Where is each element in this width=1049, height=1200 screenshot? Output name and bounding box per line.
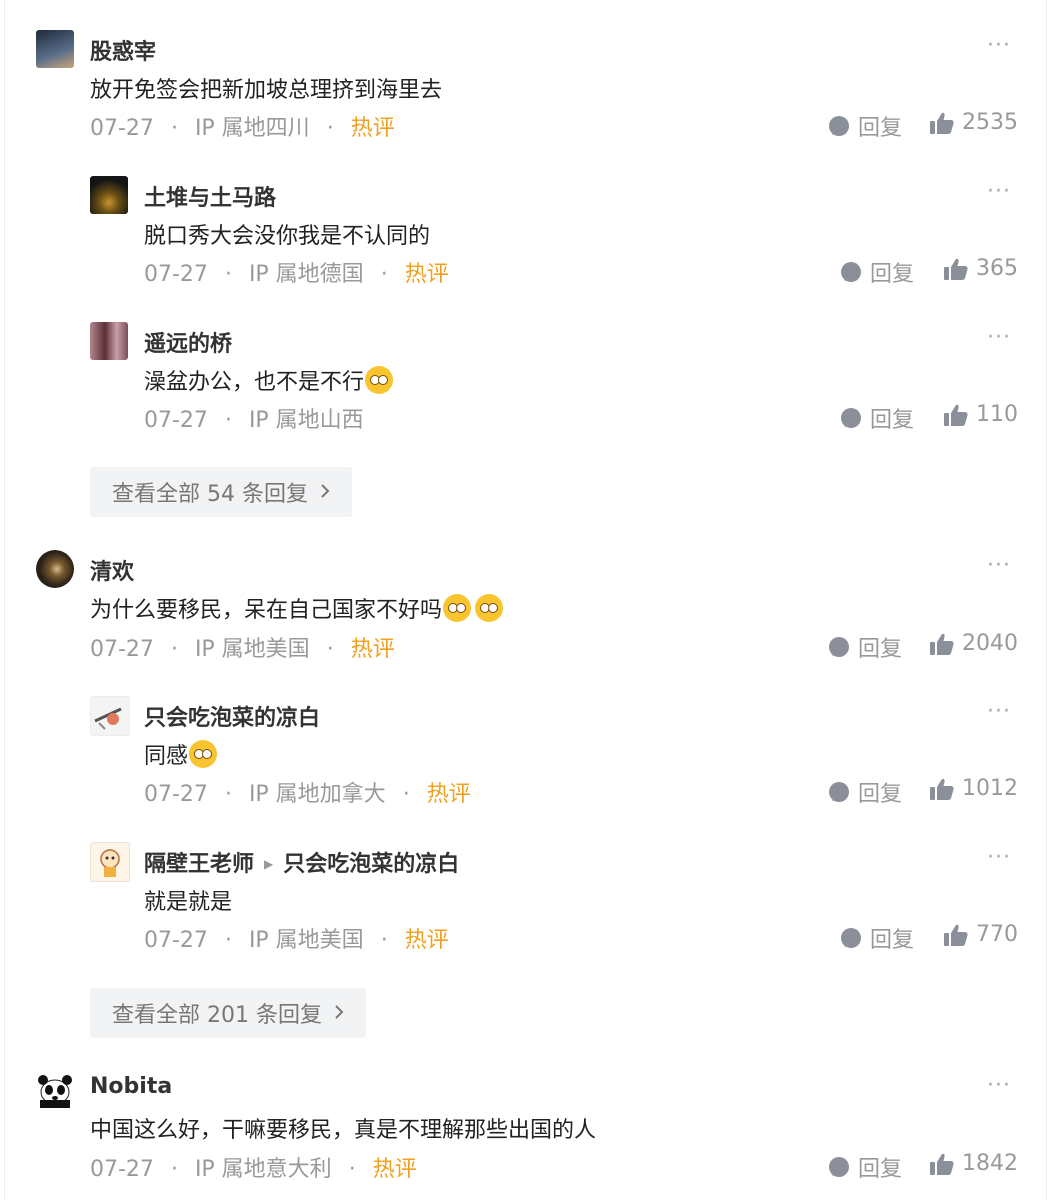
hot-badge: 热评: [404, 262, 449, 287]
more-options-icon[interactable]: ···: [987, 845, 1011, 870]
like-button[interactable]: 770: [944, 922, 1018, 947]
like-button[interactable]: 2535: [930, 110, 1018, 135]
user-name[interactable]: 股惑宰: [90, 34, 156, 66]
reply-button[interactable]: 回复: [828, 1151, 902, 1183]
comment-meta: 07-27 · IP 属地德国 · 热评: [144, 262, 449, 287]
view-all-replies-button[interactable]: 查看全部 201 条回复: [90, 988, 366, 1038]
comment-date: 07-27: [144, 928, 208, 953]
like-button[interactable]: 1012: [930, 776, 1018, 801]
reply-button[interactable]: 回复: [840, 256, 914, 288]
more-options-icon[interactable]: ···: [987, 325, 1011, 350]
reply-button[interactable]: 回复: [828, 110, 902, 142]
user-name: 隔壁王老师 ▶ 只会吃泡菜的凉白: [144, 852, 460, 877]
comment-text: 就是就是: [144, 890, 233, 915]
reply-to-user[interactable]: 只会吃泡菜的凉白: [283, 852, 459, 877]
thumbs-up-icon: [944, 924, 968, 946]
chevron-right-icon: [320, 480, 330, 505]
comment-text: 为什么要移民，呆在自己国家不好吗: [90, 592, 504, 624]
reply-icon: [828, 115, 850, 137]
comment-meta: 07-27 · IP 属地山西: [144, 408, 364, 433]
comment-date: 07-27: [144, 408, 208, 433]
like-button[interactable]: 365: [944, 256, 1018, 281]
thumbs-up-icon: [930, 778, 954, 800]
comment-meta: 07-27 · IP 属地意大利 · 热评: [90, 1157, 417, 1182]
comment-meta: 07-27 · IP 属地四川 · 热评: [90, 116, 395, 141]
comment-date: 07-27: [90, 637, 154, 662]
like-button[interactable]: 110: [944, 402, 1018, 427]
chevron-right-icon: [334, 1001, 344, 1026]
user-name[interactable]: 只会吃泡菜的凉白: [144, 700, 320, 732]
comment-date: 07-27: [144, 262, 208, 287]
comment-meta: 07-27 · IP 属地加拿大 · 热评: [144, 782, 471, 807]
reply-to-arrow-icon: ▶: [264, 857, 274, 871]
reply-icon: [828, 781, 850, 803]
hot-badge: 热评: [350, 637, 395, 662]
thumbs-up-icon: [930, 112, 954, 134]
comment-date: 07-27: [90, 1157, 154, 1182]
ip-location: IP 属地四川: [194, 116, 310, 141]
thumbs-up-icon: [930, 633, 954, 655]
comment-text: 中国这么好，干嘛要移民，真是不理解那些出国的人: [90, 1118, 597, 1143]
avatar[interactable]: [90, 842, 130, 882]
reply-button[interactable]: 回复: [828, 631, 902, 663]
reply-icon: [828, 1156, 850, 1178]
thumbs-up-icon: [944, 404, 968, 426]
ip-location: IP 属地山西: [248, 408, 364, 433]
pleading-emoji-icon: [475, 594, 504, 622]
comment-date: 07-27: [90, 116, 154, 141]
reply-icon: [828, 636, 850, 658]
more-options-icon[interactable]: ···: [987, 553, 1011, 578]
avatar[interactable]: [36, 30, 74, 68]
comment-meta: 07-27 · IP 属地美国 · 热评: [144, 928, 449, 953]
view-all-replies-button[interactable]: 查看全部 54 条回复: [90, 467, 352, 517]
hot-badge: 热评: [350, 116, 395, 141]
reply-button[interactable]: 回复: [828, 776, 902, 808]
ip-location: IP 属地意大利: [194, 1157, 332, 1182]
thinking-emoji-icon: [189, 740, 218, 768]
hot-badge: 热评: [372, 1157, 417, 1182]
ip-location: IP 属地美国: [194, 637, 310, 662]
comment-text: 放开免签会把新加坡总理挤到海里去: [90, 78, 443, 103]
reply-button[interactable]: 回复: [840, 922, 914, 954]
hot-badge: 热评: [426, 782, 471, 807]
thumbs-up-icon: [930, 1153, 954, 1175]
avatar[interactable]: [90, 696, 130, 736]
reply-icon: [840, 261, 862, 283]
reply-icon: [840, 407, 862, 429]
ip-location: IP 属地美国: [248, 928, 364, 953]
reply-button[interactable]: 回复: [840, 402, 914, 434]
user-name[interactable]: 土堆与土马路: [144, 180, 276, 212]
user-name[interactable]: Nobita: [90, 1074, 172, 1099]
reply-icon: [840, 927, 862, 949]
hot-badge: 热评: [404, 928, 449, 953]
ip-location: IP 属地德国: [248, 262, 364, 287]
more-options-icon[interactable]: ···: [987, 1073, 1011, 1098]
comment-text: 脱口秀大会没你我是不认同的: [144, 224, 431, 249]
thumbs-up-icon: [944, 258, 968, 280]
laugh-cry-emoji-icon: [365, 366, 394, 394]
avatar[interactable]: [36, 1070, 74, 1108]
user-name[interactable]: 清欢: [90, 554, 134, 586]
comment-text: 澡盆办公，也不是不行: [144, 364, 394, 396]
comment-meta: 07-27 · IP 属地美国 · 热评: [90, 637, 395, 662]
avatar[interactable]: [90, 322, 128, 360]
more-options-icon[interactable]: ···: [987, 179, 1011, 204]
comment-date: 07-27: [144, 782, 208, 807]
avatar[interactable]: [90, 176, 128, 214]
comment-text: 同感: [144, 738, 218, 770]
pleading-emoji-icon: [443, 594, 472, 622]
more-options-icon[interactable]: ···: [987, 33, 1011, 58]
like-button[interactable]: 2040: [930, 631, 1018, 656]
like-button[interactable]: 1842: [930, 1151, 1018, 1176]
more-options-icon[interactable]: ···: [987, 699, 1011, 724]
ip-location: IP 属地加拿大: [248, 782, 386, 807]
user-name[interactable]: 遥远的桥: [144, 326, 232, 358]
avatar[interactable]: [36, 550, 74, 588]
